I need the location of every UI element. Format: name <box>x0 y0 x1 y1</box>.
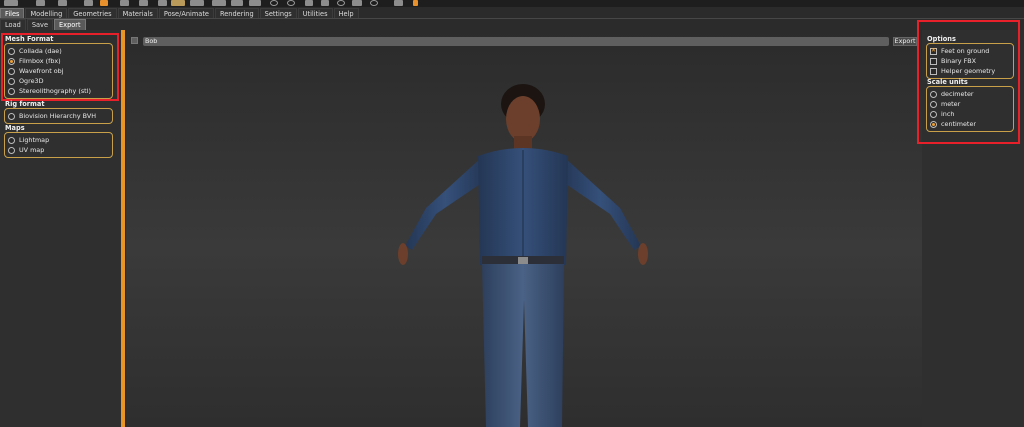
toolbar-icon-10[interactable] <box>190 0 204 6</box>
rig-format-group: Rig format Biovision Hierarchy BVH <box>4 100 113 124</box>
option-bvh[interactable]: Biovision Hierarchy BVH <box>8 111 109 121</box>
sub-tab-bar: Load Save Export <box>0 19 86 30</box>
subtab-save[interactable]: Save <box>26 19 54 30</box>
figure-model <box>398 84 648 427</box>
option-uv-map[interactable]: UV map <box>8 145 109 155</box>
undo-icon[interactable] <box>100 0 108 6</box>
radio-icon[interactable] <box>8 146 15 154</box>
toolbar-icon-21[interactable] <box>394 0 403 6</box>
maps-title: Maps <box>5 124 25 132</box>
maps-box: Lightmap UV map <box>4 132 113 158</box>
maps-group: Maps Lightmap UV map <box>4 124 113 158</box>
toolbar-icon-16[interactable] <box>305 0 313 6</box>
toolbar-icon-12[interactable] <box>231 0 243 6</box>
tab-divider <box>0 18 1024 19</box>
subtab-export[interactable]: Export <box>54 19 86 30</box>
toolbar-icon-22[interactable] <box>413 0 418 6</box>
toolbar-icon-2[interactable] <box>36 0 45 6</box>
option-label: Biovision Hierarchy BVH <box>19 112 97 120</box>
option-lightmap[interactable]: Lightmap <box>8 135 109 145</box>
toolbar-icon-1[interactable] <box>4 0 18 6</box>
export-button[interactable]: Export <box>893 37 917 46</box>
toolbar-icon-17[interactable] <box>321 0 329 6</box>
toolbar-icon-11[interactable] <box>212 0 226 6</box>
filename-input[interactable]: Bob <box>143 37 889 46</box>
radio-icon[interactable] <box>8 112 15 120</box>
toolbar-icon-13[interactable] <box>249 0 261 6</box>
rig-format-title: Rig format <box>5 100 45 108</box>
left-splitter[interactable] <box>121 30 125 427</box>
toolbar-icon-15[interactable] <box>287 0 295 6</box>
options-highlight <box>917 20 1020 144</box>
toolbar-icon-3[interactable] <box>58 0 67 6</box>
toolbar-icon-18[interactable] <box>337 0 345 6</box>
toolbar-icon-6[interactable] <box>120 0 129 6</box>
rig-format-box: Biovision Hierarchy BVH <box>4 108 113 124</box>
toolbar-icon-4[interactable] <box>84 0 93 6</box>
subtab-load[interactable]: Load <box>0 19 26 30</box>
toolbar-icon-8[interactable] <box>158 0 167 6</box>
radio-icon[interactable] <box>8 136 15 144</box>
toolbar-icon-20[interactable] <box>370 0 378 6</box>
3d-viewport[interactable] <box>126 30 922 427</box>
option-label: Lightmap <box>19 136 50 144</box>
toolbar-icon-19[interactable] <box>352 0 362 6</box>
viewport-toggle-icon[interactable] <box>131 37 138 44</box>
mesh-format-highlight <box>1 33 119 101</box>
top-toolbar <box>0 0 1024 7</box>
option-label: UV map <box>19 146 45 154</box>
wireframe-icon[interactable] <box>171 0 185 6</box>
toolbar-icon-7[interactable] <box>139 0 148 6</box>
toolbar-icon-14[interactable] <box>270 0 278 6</box>
